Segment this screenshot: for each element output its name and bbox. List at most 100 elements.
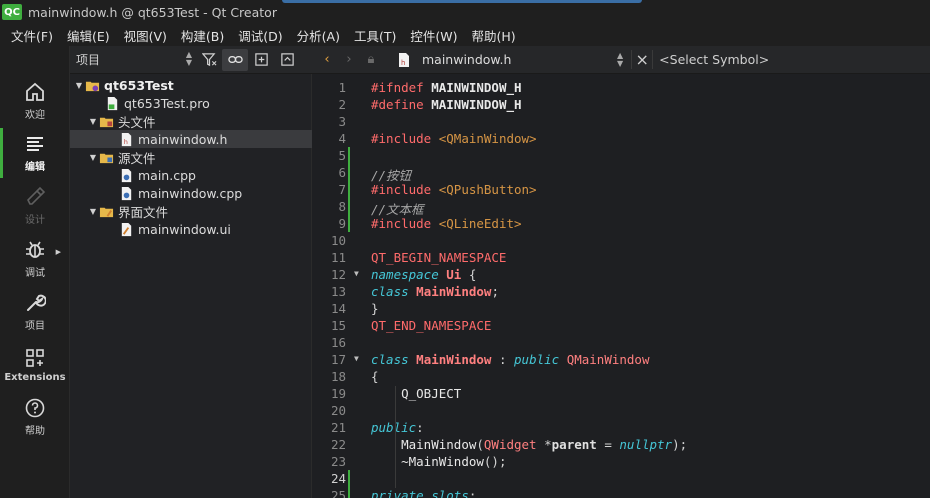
indent-guide bbox=[395, 386, 396, 488]
code-line[interactable]: #include <QPushButton> bbox=[371, 182, 537, 197]
code-line[interactable]: namespace Ui { bbox=[371, 267, 476, 282]
mode-extensions[interactable]: Extensions bbox=[0, 340, 70, 390]
code-line[interactable]: ~MainWindow(); bbox=[371, 454, 506, 469]
line-number: 12 bbox=[330, 267, 346, 282]
go-forward-icon[interactable]: › bbox=[338, 52, 360, 67]
mode-projects[interactable]: 项目 bbox=[0, 287, 70, 337]
code-line[interactable]: QT_BEGIN_NAMESPACE bbox=[371, 250, 506, 265]
tree-item-label: 头文件 bbox=[118, 114, 156, 130]
tree-item-mainwindow-h[interactable]: h mainwindow.h bbox=[70, 130, 312, 148]
line-number: 20 bbox=[330, 403, 346, 418]
tree-item-pro-file[interactable]: qt653Test.pro bbox=[70, 94, 312, 112]
project-view-selector-label: 项目 bbox=[76, 53, 101, 67]
code-line[interactable]: class MainWindow : public QMainWindow bbox=[371, 352, 650, 367]
menu-controls[interactable]: 控件(W) bbox=[403, 26, 464, 45]
collapse-pane-button[interactable] bbox=[274, 49, 300, 71]
tree-item-mainwindow-cpp[interactable]: mainwindow.cpp bbox=[70, 184, 312, 202]
fold-toggle-icon[interactable]: ▼ bbox=[354, 354, 364, 363]
wrench-icon bbox=[27, 294, 46, 311]
tree-item-main-cpp[interactable]: main.cpp bbox=[70, 166, 312, 184]
headers-folder-icon bbox=[98, 113, 114, 129]
line-number: 13 bbox=[330, 284, 346, 299]
line-number: 8 bbox=[338, 199, 346, 214]
tree-item-sources[interactable]: ▼ 源文件 bbox=[70, 148, 312, 166]
symbol-selector[interactable]: <Select Symbol> bbox=[659, 52, 769, 67]
menu-view[interactable]: 视图(V) bbox=[117, 26, 174, 45]
tree-item-headers[interactable]: ▼ 头文件 bbox=[70, 112, 312, 130]
line-number: 21 bbox=[330, 420, 346, 435]
tree-item-label: mainwindow.cpp bbox=[138, 185, 243, 201]
mode-label-welcome: 欢迎 bbox=[25, 110, 45, 121]
menu-debug[interactable]: 调试(D) bbox=[231, 26, 289, 45]
filter-button[interactable] bbox=[196, 49, 222, 71]
code-line[interactable]: { bbox=[371, 369, 379, 384]
menu-edit[interactable]: 编辑(E) bbox=[60, 26, 117, 45]
ui-file-icon bbox=[118, 221, 134, 237]
menu-tools[interactable]: 工具(T) bbox=[347, 26, 403, 45]
change-marker bbox=[348, 164, 350, 181]
menu-build[interactable]: 构建(B) bbox=[174, 26, 231, 45]
code-line[interactable]: } bbox=[371, 301, 379, 316]
add-split-icon bbox=[254, 53, 268, 66]
close-document-button[interactable]: × bbox=[631, 50, 654, 69]
expand-arrow-icon[interactable]: ▼ bbox=[74, 81, 84, 90]
pen-icon bbox=[27, 186, 46, 205]
mode-label-help: 帮助 bbox=[25, 426, 45, 437]
title-accent-bar bbox=[282, 0, 642, 3]
svg-text:h: h bbox=[401, 59, 405, 67]
code-line[interactable]: #include <QLineEdit> bbox=[371, 216, 522, 231]
code-line[interactable]: #include <QMainWindow> bbox=[371, 131, 537, 146]
extensions-icon bbox=[26, 349, 44, 367]
link-icon bbox=[227, 56, 243, 63]
expand-arrow-icon[interactable]: ▼ bbox=[88, 153, 98, 162]
sync-link-button[interactable] bbox=[222, 48, 248, 71]
line-number: 23 bbox=[330, 454, 346, 469]
mode-label-projects: 项目 bbox=[25, 321, 45, 332]
project-view-selector[interactable]: 项目 ▲ ▼ bbox=[76, 51, 196, 68]
code-editor[interactable]: 1 #ifndef MAINWINDOW_H 2 #define MAINWINDOW… bbox=[312, 74, 930, 498]
menu-file[interactable]: 文件(F) bbox=[4, 26, 60, 45]
tree-item-forms[interactable]: ▼ 界面文件 bbox=[70, 202, 312, 220]
tree-item-mainwindow-ui[interactable]: mainwindow.ui bbox=[70, 220, 312, 238]
code-line[interactable]: MainWindow(QWidget *parent = nullptr); bbox=[371, 437, 687, 452]
pro-file-icon bbox=[104, 95, 120, 111]
code-line[interactable]: class MainWindow; bbox=[371, 284, 499, 299]
mode-label-debug: 调试 bbox=[25, 268, 45, 279]
menu-bar: 文件(F) 编辑(E) 视图(V) 构建(B) 调试(D) 分析(A) 工具(T… bbox=[0, 24, 930, 46]
line-number: 2 bbox=[338, 97, 346, 112]
mode-debug[interactable]: 调试 ▶ bbox=[0, 234, 70, 284]
editor-toolbar: ‹ › 🔒︎ h mainwindow.h ▲ ▼ × <Select Symbo… bbox=[312, 46, 930, 74]
open-document-selector[interactable]: mainwindow.h bbox=[422, 52, 617, 67]
menu-analyze[interactable]: 分析(A) bbox=[290, 26, 347, 45]
line-number: 16 bbox=[330, 335, 346, 350]
change-marker bbox=[348, 215, 350, 232]
debug-expand-arrow-icon[interactable]: ▶ bbox=[56, 248, 61, 256]
line-number: 7 bbox=[338, 182, 346, 197]
change-marker bbox=[348, 487, 350, 498]
go-back-icon[interactable]: ‹ bbox=[316, 52, 338, 67]
menu-help[interactable]: 帮助(H) bbox=[464, 26, 522, 45]
change-marker bbox=[348, 181, 350, 198]
filter-icon bbox=[201, 53, 216, 67]
mode-welcome[interactable]: 欢迎 bbox=[0, 76, 70, 126]
tree-item-label: qt653Test bbox=[104, 77, 174, 93]
lock-icon[interactable]: 🔒︎ bbox=[360, 52, 382, 67]
code-line[interactable]: #ifndef MAINWINDOW_H bbox=[371, 80, 522, 95]
code-line[interactable]: public: bbox=[371, 420, 424, 435]
mode-design[interactable]: 设计 bbox=[0, 181, 70, 231]
document-selector-spin-icon[interactable]: ▲ ▼ bbox=[617, 51, 623, 68]
split-add-button[interactable] bbox=[248, 49, 274, 71]
fold-toggle-icon[interactable]: ▼ bbox=[354, 269, 364, 278]
mode-label-design: 设计 bbox=[25, 215, 45, 226]
code-line[interactable]: Q_OBJECT bbox=[371, 386, 461, 401]
tree-item-project[interactable]: ▼ qt653Test bbox=[70, 76, 312, 94]
mode-edit[interactable]: 编辑 bbox=[0, 128, 70, 178]
code-line[interactable]: #define MAINWINDOW_H bbox=[371, 97, 522, 112]
code-line[interactable]: private slots: bbox=[371, 488, 476, 498]
header-file-icon: h bbox=[118, 131, 134, 147]
mode-help[interactable]: 帮助 bbox=[0, 392, 70, 442]
expand-arrow-icon[interactable]: ▼ bbox=[88, 117, 98, 126]
code-line[interactable]: QT_END_NAMESPACE bbox=[371, 318, 491, 333]
window-title: mainwindow.h @ qt653Test - Qt Creator bbox=[28, 4, 277, 20]
expand-arrow-icon[interactable]: ▼ bbox=[88, 207, 98, 216]
